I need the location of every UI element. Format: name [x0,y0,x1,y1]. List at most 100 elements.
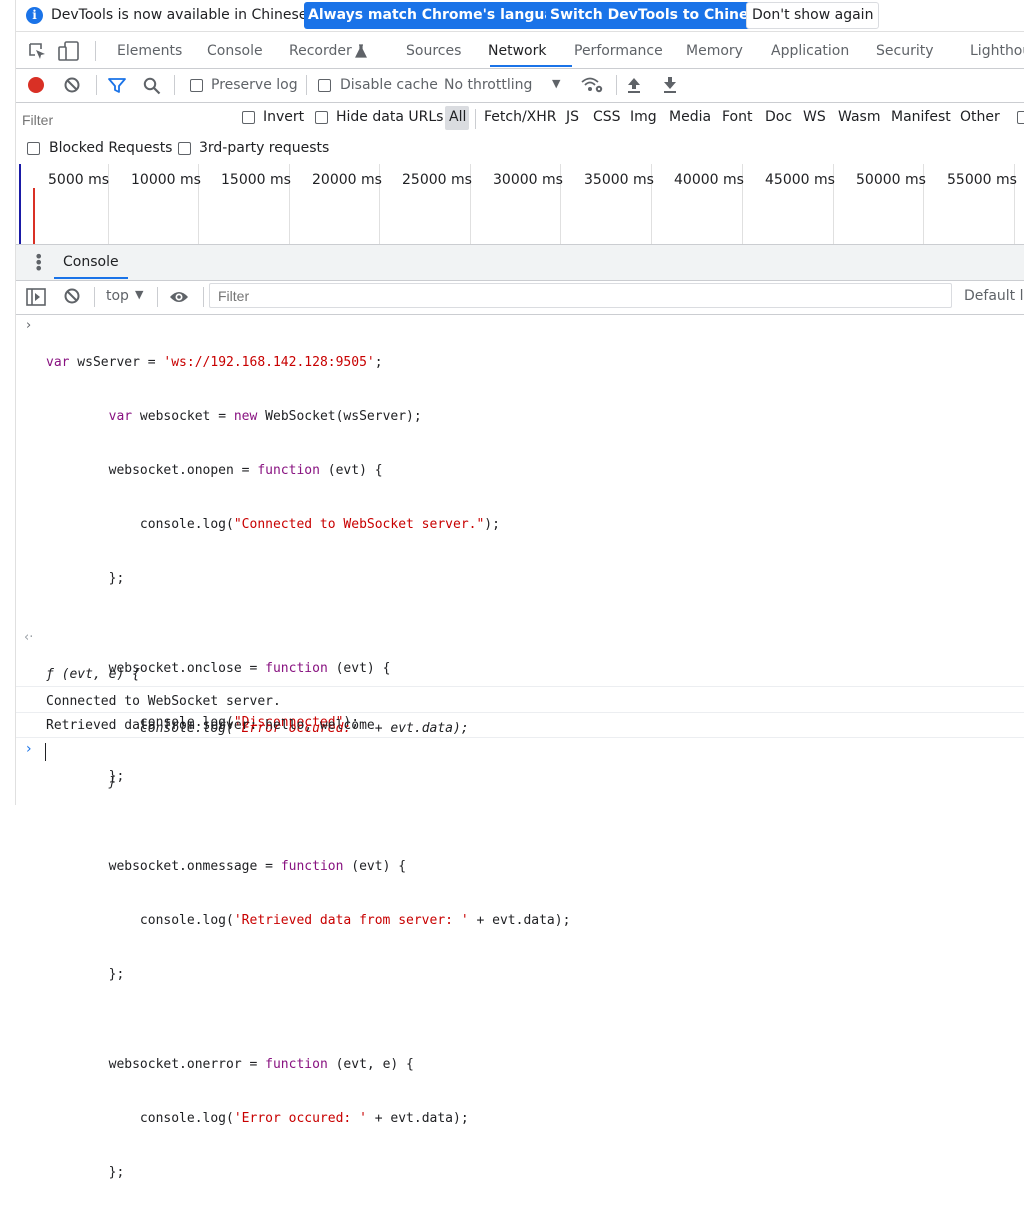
switch-to-chinese-button[interactable]: Switch DevTools to Chinese [546,2,771,29]
timeline-tick: 5000 ms [48,172,110,188]
tab-recorder[interactable]: Recorder [289,43,352,59]
code-line: }; [46,571,125,586]
clear-console-icon[interactable] [64,288,80,304]
code-line: console.log('Error occured: ' + evt.data… [46,1111,469,1126]
network-conditions-icon[interactable] [580,76,604,94]
timeline-tick: 15000 ms [221,172,291,188]
hide-data-urls-checkbox[interactable] [315,111,328,124]
network-filter-row: Invert Hide data URLs All Fetch/XHR JS C… [16,103,1024,134]
blocked-requests-checkbox[interactable] [27,142,40,155]
filter-type-wasm[interactable]: Wasm [838,109,880,125]
drawer-header: • • • Console [16,245,1024,281]
toolbar-separator [94,287,95,307]
eye-icon[interactable] [169,290,189,304]
chevron-down-icon[interactable]: ▼ [135,288,143,301]
search-icon[interactable] [143,77,161,95]
dont-show-again-button[interactable]: Don't show again [746,2,880,29]
console-filter-input[interactable] [209,283,952,308]
timeline-tick: 35000 ms [584,172,654,188]
record-icon[interactable] [28,77,44,93]
filter-type-ws[interactable]: WS [803,109,826,125]
info-icon: i [26,7,43,24]
result-line: } [46,775,117,790]
filter-type-doc[interactable]: Doc [765,109,792,125]
disable-cache-checkbox[interactable] [318,79,331,92]
log-levels-select[interactable]: Default le [964,288,1024,304]
always-match-language-button[interactable]: Always match Chrome's language [304,2,578,29]
tab-performance[interactable]: Performance [574,43,663,59]
network-overview-timeline[interactable]: 5000 ms 10000 ms 15000 ms 20000 ms 25000… [16,164,1024,245]
blocked-requests-row: Blocked Requests 3rd-party requests [16,134,1024,165]
context-selector[interactable]: top [106,288,129,304]
hide-data-urls-label: Hide data URLs [336,109,444,125]
infobar-message: DevTools is now available in Chinese! [51,7,313,23]
timeline-tick: 30000 ms [493,172,563,188]
drawer-menu-icon[interactable]: • • • [34,249,43,277]
timeline-tick: 20000 ms [312,172,382,188]
toolbar-separator [96,75,97,95]
preserve-log-checkbox[interactable] [190,79,203,92]
result-line: ƒ (evt, e) { [46,667,140,682]
import-har-icon[interactable] [627,76,641,94]
flask-icon [355,44,367,58]
filter-type-fetch-xhr[interactable]: Fetch/XHR [484,109,557,125]
code-line: }; [46,967,125,982]
invert-label: Invert [263,109,305,125]
log-message: Connected to WebSocket server. [46,694,281,709]
preserve-log-label: Preserve log [211,77,298,93]
filter-type-manifest[interactable]: Manifest [891,109,951,125]
code-line: }; [46,1165,125,1180]
message-separator [16,712,1024,713]
tab-memory[interactable]: Memory [686,43,743,59]
export-har-icon[interactable] [663,76,677,94]
console-prompt-cursor[interactable] [45,743,46,761]
drawer-active-tab-indicator [54,277,128,279]
tab-network[interactable]: Network [488,43,546,59]
network-filter-input[interactable] [20,108,230,131]
more-filters-checkbox[interactable] [1017,111,1024,124]
message-separator [16,737,1024,738]
console-sidebar-icon[interactable] [26,288,46,306]
blocked-requests-label: Blocked Requests [49,140,173,156]
timeline-tick: 40000 ms [674,172,744,188]
console-output[interactable]: › var wsServer = 'ws://192.168.142.128:9… [16,314,1024,1180]
console-prompt-icon: › [26,741,32,757]
toolbar-separator [157,287,158,307]
load-event-marker [33,188,35,244]
timeline-tick: 50000 ms [856,172,926,188]
clear-icon[interactable] [64,77,80,93]
tab-elements[interactable]: Elements [117,43,182,59]
filter-icon[interactable] [108,78,126,94]
filter-separator [475,109,476,129]
console-toolbar: top ▼ Default le [16,281,1024,315]
drawer-tab-console[interactable]: Console [63,254,119,270]
filter-type-img[interactable]: Img [630,109,657,125]
tab-security[interactable]: Security [876,43,934,59]
code-line: console.log("Connected to WebSocket serv… [46,517,500,532]
dom-content-loaded-marker [19,164,21,244]
toolbar-separator [306,75,307,95]
result-arrow-icon: ‹· [24,630,34,645]
language-infobar: i DevTools is now available in Chinese! … [16,0,1024,32]
tab-lighthouse[interactable]: Lighthou [970,43,1024,59]
invert-checkbox[interactable] [242,111,255,124]
code-line: var wsServer = 'ws://192.168.142.128:950… [46,355,383,370]
timeline-tick: 25000 ms [402,172,472,188]
filter-type-font[interactable]: Font [722,109,752,125]
log-message: Retrieved data from server: hello, welco… [46,718,375,733]
filter-type-media[interactable]: Media [669,109,711,125]
tab-separator [95,41,96,61]
toolbar-separator [203,287,204,307]
inspect-element-icon[interactable] [28,42,47,61]
filter-type-css[interactable]: CSS [593,109,621,125]
filter-type-other[interactable]: Other [960,109,1000,125]
tab-sources[interactable]: Sources [406,43,461,59]
chevron-down-icon[interactable]: ▼ [552,77,560,90]
throttling-select[interactable]: No throttling [444,77,532,93]
tab-application[interactable]: Application [771,43,849,59]
filter-type-all[interactable]: All [449,109,466,125]
filter-type-js[interactable]: JS [566,109,579,125]
third-party-checkbox[interactable] [178,142,191,155]
tab-console[interactable]: Console [207,43,263,59]
device-toolbar-icon[interactable] [58,41,80,62]
